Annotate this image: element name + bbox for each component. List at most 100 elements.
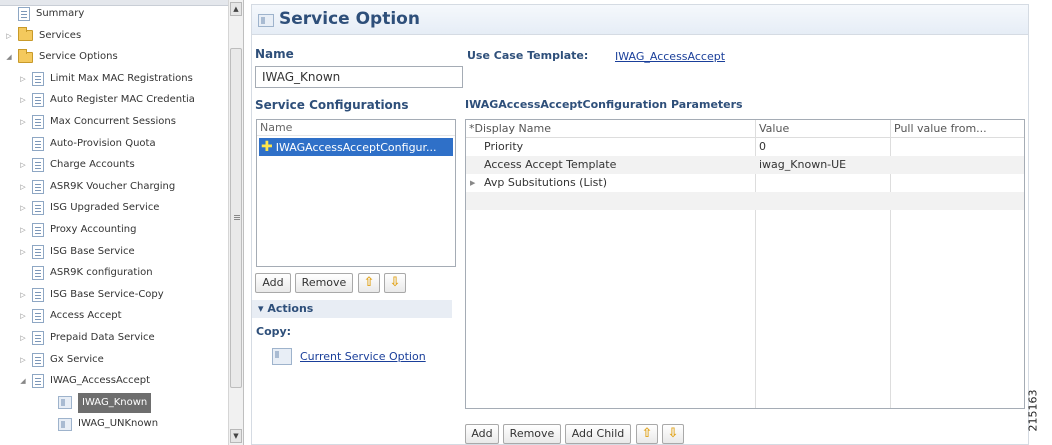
column-header-pull-value[interactable]: Pull value from... (891, 120, 987, 138)
tree-item[interactable]: Auto-Provision Quota (18, 133, 156, 155)
collapsed-arrow-icon[interactable]: ▷ (18, 197, 28, 219)
tree-item[interactable]: ▷ Access Accept (18, 305, 122, 327)
row-value[interactable]: 0 (759, 138, 766, 156)
name-input[interactable] (255, 66, 463, 88)
tree-item[interactable]: IWAG_UNKnown (58, 413, 158, 435)
tree-item-label: Charge Accounts (50, 159, 135, 171)
tree-item-label: Prepaid Data Service (50, 332, 155, 343)
tree-item[interactable]: ▷ Prepaid Data Service (18, 327, 155, 349)
collapsed-arrow-icon[interactable]: ▷ (18, 176, 28, 198)
doc-icon (32, 201, 44, 216)
tree-item-label: Auto-Provision Quota (50, 137, 156, 149)
figure-id: 215163 (1026, 386, 1050, 442)
table-header: *Display Name Value Pull value from... (466, 120, 1024, 138)
config-move-up-button[interactable]: ⇧ (358, 273, 380, 293)
expanded-arrow-icon[interactable]: ◢ (18, 370, 28, 392)
tree-item[interactable]: ▷ ISG Base Service (18, 241, 135, 263)
tree-item[interactable]: ▷ Charge Accounts (18, 154, 135, 176)
tree-item[interactable]: ▷ ASR9K Voucher Charging (18, 176, 175, 198)
tree-item[interactable]: ▷ ISG Base Service-Copy (18, 284, 164, 306)
expand-arrow-icon[interactable]: ▶ (470, 174, 475, 192)
doc-icon (32, 244, 44, 259)
column-header-display-name[interactable]: *Display Name (466, 120, 551, 138)
table-row[interactable]: Priority 0 (466, 138, 1024, 156)
use-case-template-link[interactable]: IWAG_AccessAccept (615, 50, 725, 63)
actions-panel: ▾ Actions Copy: Current Service Option (252, 300, 452, 382)
collapsed-arrow-icon[interactable]: ▷ (18, 305, 28, 327)
config-move-down-button[interactable]: ⇩ (384, 273, 406, 293)
collapsed-arrow-icon[interactable]: ▷ (18, 327, 28, 349)
service-configurations-label: Service Configurations (255, 98, 409, 112)
column-header-value[interactable]: Value (756, 120, 789, 138)
copy-label: Copy: (256, 325, 292, 338)
scroll-up-icon[interactable]: ▲ (230, 2, 242, 16)
parameters-table: *Display Name Value Pull value from... P… (465, 119, 1025, 409)
service-icon (58, 396, 72, 410)
table-row[interactable]: Access Accept Template iwag_Known-UE (466, 156, 1024, 174)
params-move-up-button[interactable]: ⇧ (636, 424, 658, 444)
folder-icon (18, 27, 33, 42)
tree-item[interactable]: IWAG_Known (58, 392, 152, 414)
tree-item[interactable]: ▷ Gx Service (18, 349, 104, 371)
collapsed-arrow-icon[interactable]: ▷ (18, 154, 28, 176)
config-add-button[interactable]: Add (255, 273, 291, 293)
tree-item-label: ASR9K Voucher Charging (50, 180, 176, 192)
current-service-option-link[interactable]: Current Service Option (300, 350, 426, 363)
tree-item-label: IWAG_UNKnown (78, 418, 159, 430)
tree-item-label: ISG Upgraded Service (50, 202, 160, 214)
collapsed-arrow-icon[interactable]: ▷ (18, 349, 28, 371)
list-header: Name (257, 120, 455, 136)
collapsed-arrow-icon[interactable]: ▷ (18, 111, 28, 133)
doc-icon (32, 266, 44, 281)
params-remove-button[interactable]: Remove (503, 424, 561, 444)
collapsed-arrow-icon[interactable]: ▷ (18, 68, 28, 90)
collapsed-arrow-icon[interactable]: ▷ (18, 241, 28, 263)
doc-icon (32, 93, 44, 108)
tree-scrollbar[interactable]: ▲ ▼ (228, 0, 243, 445)
use-case-label: Use Case Template: (467, 49, 589, 62)
service-option-icon (272, 348, 292, 365)
params-title: IWAGAccessAcceptConfiguration Parameters (465, 98, 743, 111)
table-row[interactable]: ▶ Avp Subsitutions (List) (466, 174, 1024, 192)
doc-icon (18, 7, 30, 21)
tree-item[interactable]: Summary (4, 3, 84, 25)
navigation-tree: Summary ▷ Services ◢ Service Options ▷ Limit M… (0, 0, 244, 445)
tree-item[interactable]: ▷ ISG Upgraded Service (18, 197, 159, 219)
figure-id-text: 215163 (1026, 389, 1040, 432)
page-title: Service Option (279, 9, 420, 29)
scroll-thumb[interactable] (230, 48, 242, 388)
plus-icon: ✚ (261, 139, 273, 155)
collapsed-arrow-icon[interactable]: ▷ (18, 284, 28, 306)
config-remove-button[interactable]: Remove (295, 273, 353, 293)
tree-item[interactable]: ▷ Limit Max MAC Registrations (18, 68, 193, 90)
list-item[interactable]: ✚ IWAGAccessAcceptConfigur... (259, 138, 453, 156)
actions-header[interactable]: ▾ Actions (252, 300, 452, 318)
doc-icon (32, 115, 44, 129)
doc-icon (32, 179, 44, 194)
tree-item-label: Limit Max MAC Registrations (50, 72, 193, 84)
tree-item[interactable]: ▷ Services (4, 25, 81, 47)
doc-icon (32, 136, 44, 151)
params-add-child-button[interactable]: Add Child (565, 424, 631, 444)
tree-item[interactable]: ASR9K configuration (18, 262, 153, 284)
service-option-icon (258, 14, 274, 27)
doc-icon (32, 374, 44, 389)
scroll-down-icon[interactable]: ▼ (230, 429, 242, 443)
row-name: Avp Subsitutions (List) (484, 176, 607, 189)
collapsed-arrow-icon[interactable]: ▷ (18, 219, 28, 241)
params-move-down-button[interactable]: ⇩ (662, 424, 684, 444)
collapsed-arrow-icon[interactable]: ▷ (4, 25, 14, 47)
tree-item[interactable]: ◢ IWAG_AccessAccept (18, 370, 150, 392)
service-configurations-list: Name ✚ IWAGAccessAcceptConfigur... (256, 119, 456, 267)
tree-item-label: Gx Service (50, 353, 104, 365)
expanded-arrow-icon[interactable]: ◢ (4, 46, 14, 68)
collapsed-arrow-icon[interactable]: ▷ (18, 89, 28, 111)
row-name: Access Accept Template (484, 158, 617, 171)
tree-item[interactable]: ▷ Max Concurrent Sessions (18, 111, 176, 133)
tree-item-label: Proxy Accounting (50, 224, 137, 235)
row-value[interactable]: iwag_Known-UE (759, 156, 846, 174)
tree-item[interactable]: ▷ Auto Register MAC Credentia (18, 89, 195, 111)
tree-item[interactable]: ◢ Service Options (4, 46, 118, 68)
tree-item[interactable]: ▷ Proxy Accounting (18, 219, 136, 241)
params-add-button[interactable]: Add (465, 424, 499, 444)
